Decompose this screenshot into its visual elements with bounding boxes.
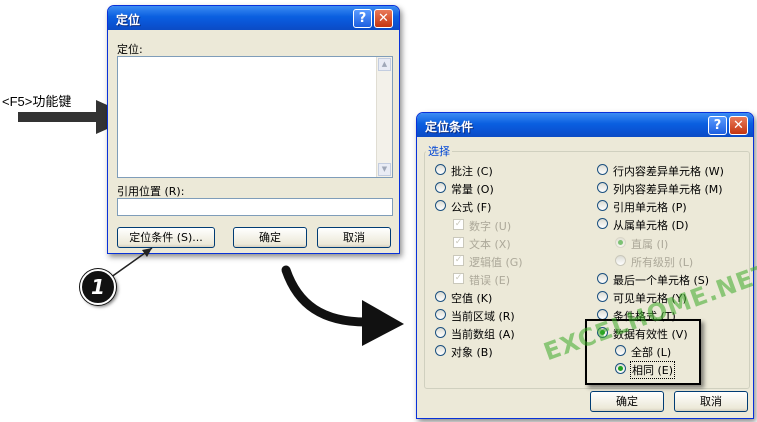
check-numbers[interactable]: ✓ <box>453 219 464 230</box>
radio-current-array[interactable] <box>435 327 446 338</box>
radio-comments[interactable] <box>435 164 446 175</box>
special-titlebar[interactable]: 定位条件 ? ✕ <box>417 113 753 137</box>
radio-row-differences[interactable] <box>597 164 608 175</box>
goto-list-label: 定位: <box>117 43 143 56</box>
radio-last-cell[interactable] <box>597 273 608 284</box>
step-number: 1 <box>91 275 105 299</box>
label-blanks: 空值 (K) <box>451 292 493 305</box>
check-logicals[interactable]: ✓ <box>453 255 464 266</box>
label-column-differences: 列内容差异单元格 (M) <box>613 183 723 196</box>
label-current-array: 当前数组 (A) <box>451 328 515 341</box>
label-numbers: 数字 (U) <box>469 220 512 233</box>
check-errors[interactable]: ✓ <box>453 273 464 284</box>
special-dialog: 定位条件 ? ✕ 选择 批注 (C) 常量 (O) 公式 (F) ✓ 数字 (U… <box>416 112 754 419</box>
goto-title: 定位 <box>116 13 141 27</box>
radio-objects[interactable] <box>435 345 446 356</box>
radio-direct-only[interactable] <box>615 237 626 248</box>
special-cancel-button[interactable]: 取消 <box>674 391 748 412</box>
ref-input[interactable] <box>117 198 393 216</box>
scroll-up-icon[interactable]: ▲ <box>378 58 391 71</box>
radio-column-differences[interactable] <box>597 182 608 193</box>
label-current-region: 当前区域 (R) <box>451 310 515 323</box>
label-all-levels: 所有级别 (L) <box>631 256 694 269</box>
radio-validation-all[interactable] <box>615 345 626 356</box>
label-errors: 错误 (E) <box>469 274 511 287</box>
label-comments: 批注 (C) <box>451 165 493 178</box>
radio-validation-same[interactable] <box>615 363 626 374</box>
special-ok-button[interactable]: 确定 <box>590 391 664 412</box>
goto-titlebar[interactable]: 定位 ? ✕ <box>108 6 399 30</box>
goto-list-scrollbar[interactable]: ▲ ▼ <box>376 57 392 177</box>
special-title: 定位条件 <box>425 120 474 134</box>
label-precedents: 引用单元格 (P) <box>613 201 687 214</box>
radio-blanks[interactable] <box>435 291 446 302</box>
label-text: 文本 (X) <box>469 238 511 251</box>
help-icon[interactable]: ? <box>708 116 727 135</box>
goto-ok-button[interactable]: 确定 <box>233 227 307 248</box>
goto-dialog: 定位 ? ✕ 定位: ▲ ▼ 引用位置 (R): 定位条件 (S)... 确定 … <box>107 5 400 254</box>
radio-precedents[interactable] <box>597 200 608 211</box>
label-direct-only: 直属 (I) <box>631 238 669 251</box>
label-constants: 常量 (O) <box>451 183 494 196</box>
goto-cancel-button[interactable]: 取消 <box>317 227 391 248</box>
check-text[interactable]: ✓ <box>453 237 464 248</box>
curved-arrow-icon <box>281 265 404 346</box>
ref-label: 引用位置 (R): <box>117 185 185 198</box>
radio-visible-cells[interactable] <box>597 291 608 302</box>
label-logicals: 逻辑值 (G) <box>469 256 523 269</box>
close-icon[interactable]: ✕ <box>729 116 748 135</box>
goto-list[interactable]: ▲ ▼ <box>117 56 393 178</box>
scroll-down-icon[interactable]: ▼ <box>378 163 391 176</box>
label-validation-all: 全部 (L) <box>631 346 672 359</box>
radio-dependents[interactable] <box>597 218 608 229</box>
radio-constants[interactable] <box>435 182 446 193</box>
label-validation-same: 相同 (E) <box>630 361 676 379</box>
label-objects: 对象 (B) <box>451 346 493 359</box>
label-row-differences: 行内容差异单元格 (W) <box>613 165 724 178</box>
help-icon[interactable]: ? <box>353 9 372 28</box>
label-formulas: 公式 (F) <box>451 201 492 214</box>
radio-formulas[interactable] <box>435 200 446 211</box>
close-icon[interactable]: ✕ <box>374 9 393 28</box>
radio-current-region[interactable] <box>435 309 446 320</box>
radio-all-levels[interactable] <box>615 255 626 266</box>
step-badge: 1 <box>80 269 116 305</box>
label-dependents: 从属单元格 (D) <box>613 219 689 232</box>
group-label: 选择 <box>426 143 452 159</box>
